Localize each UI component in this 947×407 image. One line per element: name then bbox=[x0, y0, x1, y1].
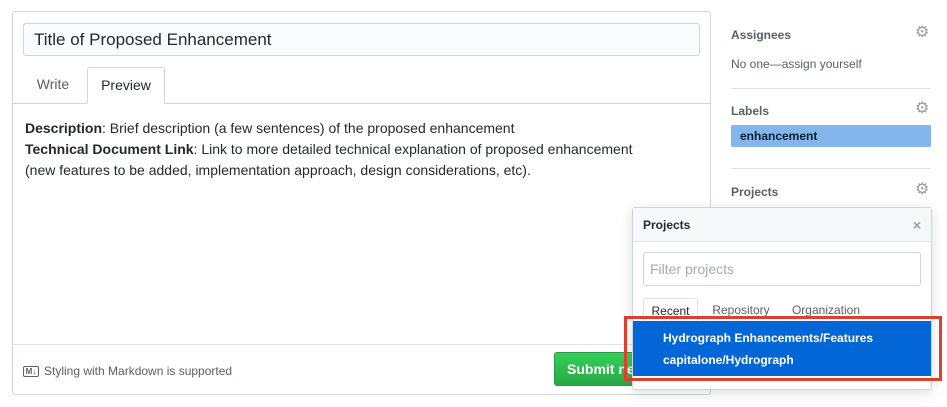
sidebar-divider bbox=[731, 168, 931, 169]
editor-tabs: Write Preview bbox=[13, 67, 710, 104]
close-icon[interactable]: × bbox=[913, 208, 921, 242]
label-enhancement[interactable]: enhancement bbox=[731, 125, 931, 147]
issue-title-input[interactable] bbox=[23, 23, 700, 56]
tech-doc-continued: (new features to be added, implementatio… bbox=[25, 162, 531, 178]
filter-projects-input[interactable] bbox=[643, 252, 921, 286]
assignees-value[interactable]: No one—assign yourself bbox=[731, 57, 931, 71]
preview-content: Description: Brief description (a few se… bbox=[25, 118, 695, 181]
sidebar-divider bbox=[731, 88, 931, 89]
markdown-note[interactable]: M↓ Styling with Markdown is supported bbox=[23, 364, 232, 378]
projects-gear-icon[interactable]: ⚙ bbox=[915, 182, 929, 198]
assignees-section: Assignees ⚙ No one—assign yourself bbox=[731, 25, 931, 72]
tech-doc-heading: Technical Document Link bbox=[25, 141, 194, 157]
tab-organization[interactable]: Organization bbox=[783, 298, 869, 322]
tab-preview[interactable]: Preview bbox=[87, 67, 165, 104]
tab-repository[interactable]: Repository bbox=[703, 298, 779, 322]
projects-heading: Projects bbox=[731, 185, 779, 199]
tab-recent[interactable]: Recent bbox=[643, 298, 698, 323]
projects-popup-title: Projects bbox=[643, 218, 691, 232]
projects-popup-header: Projects × bbox=[633, 208, 931, 242]
tab-write[interactable]: Write bbox=[23, 67, 83, 103]
markdown-note-text: Styling with Markdown is supported bbox=[44, 364, 233, 378]
issue-editor: Write Preview Description: Brief descrip… bbox=[12, 11, 711, 395]
assignees-gear-icon[interactable]: ⚙ bbox=[915, 25, 929, 41]
description-text: : Brief description (a few sentences) of… bbox=[102, 120, 515, 136]
labels-section: Labels ⚙ enhancement bbox=[731, 101, 931, 147]
labels-gear-icon[interactable]: ⚙ bbox=[915, 101, 929, 117]
description-heading: Description bbox=[25, 120, 103, 136]
footer-divider bbox=[13, 344, 710, 345]
project-repo: capitalone/Hydrograph bbox=[663, 353, 794, 367]
projects-popup-tabs: Recent Repository Organization bbox=[633, 298, 931, 323]
labels-heading: Labels bbox=[731, 104, 770, 118]
assignees-heading: Assignees bbox=[731, 28, 792, 42]
projects-section: Projects ⚙ bbox=[731, 182, 931, 200]
project-name: Hydrograph Enhancements/Features bbox=[663, 331, 874, 345]
markdown-icon: M↓ bbox=[23, 365, 39, 377]
tech-doc-text: : Link to more detailed technical explan… bbox=[193, 141, 633, 157]
project-item-selected[interactable]: Hydrograph Enhancements/Features capital… bbox=[633, 321, 931, 376]
